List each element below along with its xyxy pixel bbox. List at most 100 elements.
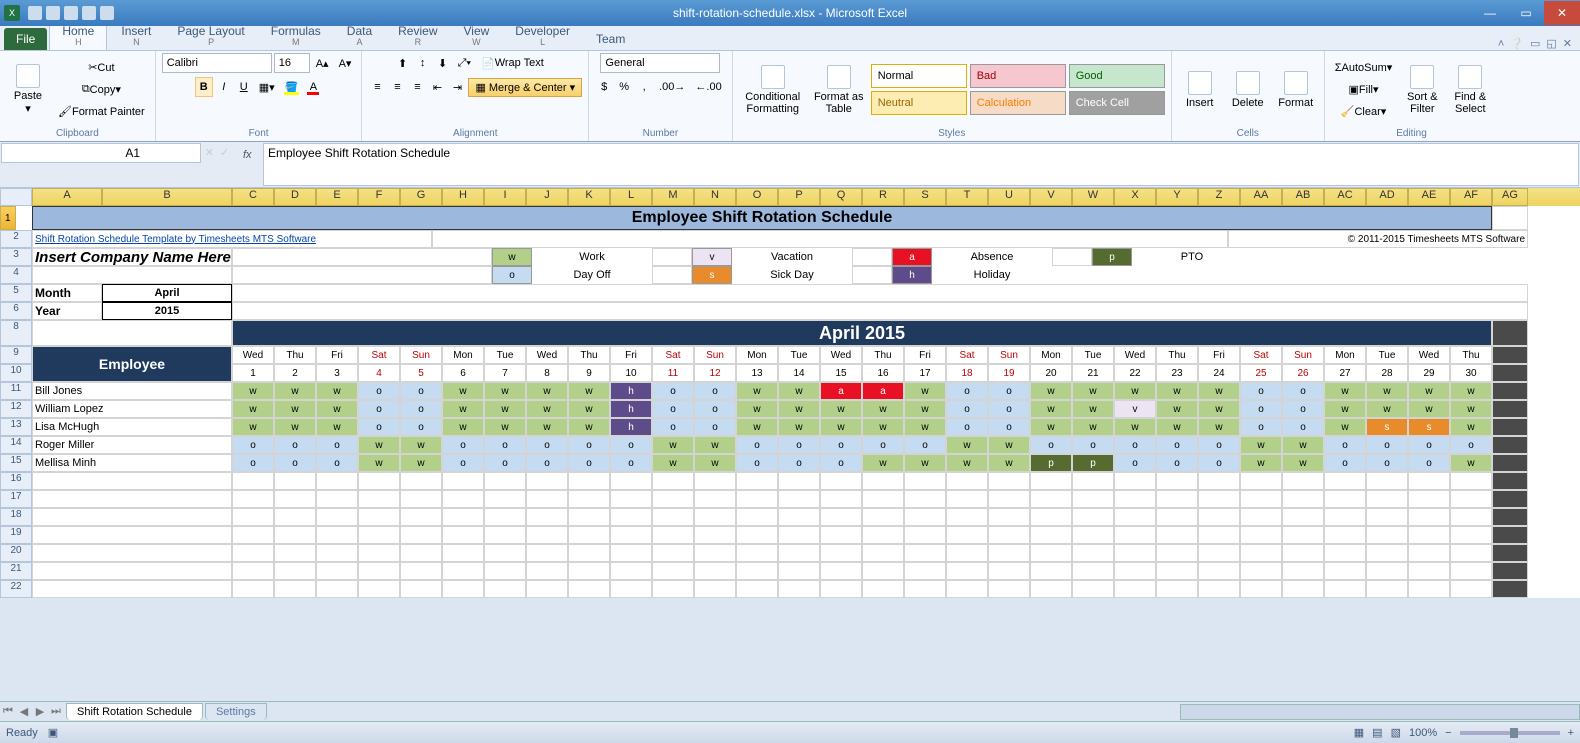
- view-layout-icon[interactable]: ▤: [1372, 726, 1382, 739]
- align-bottom-button[interactable]: ⬇: [434, 53, 452, 73]
- tab-nav-prev[interactable]: ◀: [16, 705, 32, 718]
- tab-nav-next[interactable]: ▶: [32, 705, 48, 718]
- align-middle-button[interactable]: ↕: [414, 53, 432, 73]
- cond-fmt-icon: [761, 65, 785, 89]
- formula-bar: ✕ ✓ fx Employee Shift Rotation Schedule: [0, 142, 1580, 188]
- window-title: shift-rotation-schedule.xlsx - Microsoft…: [673, 6, 907, 20]
- align-center-button[interactable]: ≡: [388, 77, 406, 97]
- help-icon[interactable]: ❔: [1510, 37, 1524, 50]
- qat-save-icon[interactable]: [28, 6, 42, 20]
- horizontal-scrollbar[interactable]: [1180, 704, 1580, 720]
- align-top-button[interactable]: ⬆: [394, 53, 412, 73]
- group-font: Calibri 16 A▴ A▾ B I U ▦▾ 🪣 A Font: [156, 51, 363, 141]
- group-alignment: ⬆ ↕ ⬇ ⤢▾ 📄 Wrap Text ≡ ≡ ≡ ⇤ ⇥ ▦ Merge &…: [362, 51, 589, 141]
- macro-record-icon[interactable]: ▣: [48, 726, 58, 739]
- worksheet[interactable]: ABCDEFGHIJKLMNOPQRSTUVWXYZAAABACADAEAFAG…: [0, 188, 1580, 598]
- row-headers[interactable]: 1234568910111213141516171819202122: [0, 206, 32, 598]
- sheet-tab-active[interactable]: Shift Rotation Schedule: [66, 703, 203, 720]
- paste-button[interactable]: Paste▾: [6, 57, 50, 123]
- wrap-text-button[interactable]: 📄 Wrap Text: [477, 53, 557, 73]
- align-left-button[interactable]: ≡: [368, 77, 386, 97]
- italic-button[interactable]: I: [215, 77, 233, 97]
- percent-button[interactable]: %: [615, 77, 633, 97]
- font-color-button[interactable]: A: [304, 77, 322, 97]
- column-headers[interactable]: ABCDEFGHIJKLMNOPQRSTUVWXYZAAABACADAEAFAG: [32, 188, 1580, 206]
- number-format-select[interactable]: General: [600, 53, 720, 73]
- format-painter-button[interactable]: 🖌 Format Painter: [54, 102, 149, 122]
- window-controls: — ▭ ✕: [1472, 1, 1580, 25]
- dec-decimal-button[interactable]: ←.00: [691, 77, 725, 97]
- style-check-cell[interactable]: Check Cell: [1069, 91, 1165, 115]
- cut-button[interactable]: ✂ Cut: [54, 58, 149, 78]
- underline-button[interactable]: U: [235, 77, 253, 97]
- orientation-button[interactable]: ⤢▾: [454, 53, 475, 73]
- doc-close-icon[interactable]: ✕: [1563, 37, 1572, 50]
- font-name-select[interactable]: Calibri: [162, 53, 272, 73]
- formula-input[interactable]: Employee Shift Rotation Schedule: [263, 143, 1579, 186]
- cell-grid[interactable]: Employee Shift Rotation ScheduleShift Ro…: [32, 206, 1580, 598]
- cell-styles-gallery[interactable]: Normal Bad Good Neutral Calculation Chec…: [871, 64, 1165, 115]
- delete-icon: [1236, 71, 1260, 95]
- name-box[interactable]: [1, 143, 201, 163]
- tab-nav-first[interactable]: ⏮: [0, 705, 16, 718]
- zoom-out-button[interactable]: −: [1445, 727, 1451, 739]
- tab-file[interactable]: File: [4, 28, 47, 50]
- qat-btn[interactable]: [100, 6, 114, 20]
- bold-button[interactable]: B: [195, 77, 213, 97]
- delete-cells-button[interactable]: Delete: [1226, 57, 1270, 123]
- qat-undo-icon[interactable]: [46, 6, 60, 20]
- insert-cells-button[interactable]: Insert: [1178, 57, 1222, 123]
- conditional-formatting-button[interactable]: Conditional Formatting: [739, 57, 807, 123]
- style-normal[interactable]: Normal: [871, 64, 967, 88]
- indent-dec-button[interactable]: ⇤: [428, 77, 446, 97]
- shrink-font-button[interactable]: A▾: [335, 53, 356, 73]
- view-break-icon[interactable]: ▧: [1391, 726, 1401, 739]
- enter-formula-icon[interactable]: ✓: [220, 146, 229, 159]
- align-right-button[interactable]: ≡: [408, 77, 426, 97]
- format-cells-button[interactable]: Format: [1274, 57, 1318, 123]
- zoom-in-button[interactable]: +: [1568, 727, 1574, 739]
- merge-center-button[interactable]: ▦ Merge & Center ▾: [468, 78, 582, 97]
- indent-inc-button[interactable]: ⇥: [448, 77, 466, 97]
- tab-team[interactable]: Team: [584, 28, 637, 50]
- qat-redo-icon[interactable]: [64, 6, 78, 20]
- maximize-button[interactable]: ▭: [1508, 1, 1544, 25]
- fill-color-button[interactable]: 🪣: [281, 77, 303, 97]
- fx-icon[interactable]: fx: [235, 146, 259, 161]
- comma-button[interactable]: ,: [635, 77, 653, 97]
- font-size-select[interactable]: 16: [274, 53, 310, 73]
- ribbon-min-icon[interactable]: ˄: [1498, 38, 1504, 50]
- find-select-button[interactable]: Find & Select: [1448, 57, 1492, 123]
- zoom-level[interactable]: 100%: [1409, 727, 1437, 739]
- close-button[interactable]: ✕: [1544, 1, 1580, 25]
- group-number: General $ % , .00→ ←.00 Number: [589, 51, 733, 141]
- inc-decimal-button[interactable]: .00→: [655, 77, 689, 97]
- copy-button[interactable]: ⧉ Copy ▾: [54, 80, 149, 100]
- select-all-corner[interactable]: [0, 188, 32, 206]
- style-calculation[interactable]: Calculation: [970, 91, 1066, 115]
- fill-button[interactable]: ▣ Fill ▾: [1331, 80, 1397, 100]
- sheet-tab-settings[interactable]: Settings: [205, 703, 267, 720]
- sort-icon: [1410, 65, 1434, 89]
- autosum-button[interactable]: Σ AutoSum ▾: [1331, 58, 1397, 78]
- border-button[interactable]: ▦▾: [255, 77, 279, 97]
- sort-filter-button[interactable]: Sort & Filter: [1400, 57, 1444, 123]
- style-good[interactable]: Good: [1069, 64, 1165, 88]
- view-normal-icon[interactable]: ▦: [1354, 726, 1364, 739]
- grow-font-button[interactable]: A▴: [312, 53, 333, 73]
- clear-button[interactable]: 🧹 Clear ▾: [1331, 102, 1397, 122]
- style-bad[interactable]: Bad: [970, 64, 1066, 88]
- style-neutral[interactable]: Neutral: [871, 91, 967, 115]
- doc-min-icon[interactable]: ▭: [1530, 37, 1540, 50]
- qat-btn[interactable]: [82, 6, 96, 20]
- cancel-formula-icon[interactable]: ✕: [205, 146, 214, 159]
- ribbon-body: Paste▾ ✂ Cut ⧉ Copy ▾ 🖌 Format Painter C…: [0, 50, 1580, 142]
- ribbon-tabs: File HomeH InsertN Page LayoutP Formulas…: [0, 26, 1580, 50]
- doc-restore-icon[interactable]: ◱: [1546, 37, 1556, 50]
- minimize-button[interactable]: —: [1472, 1, 1508, 25]
- format-as-table-button[interactable]: Format as Table: [811, 57, 867, 123]
- currency-button[interactable]: $: [595, 77, 613, 97]
- zoom-slider[interactable]: [1460, 731, 1560, 735]
- tab-nav-last[interactable]: ⏭: [48, 705, 64, 718]
- status-ready: Ready: [6, 727, 38, 739]
